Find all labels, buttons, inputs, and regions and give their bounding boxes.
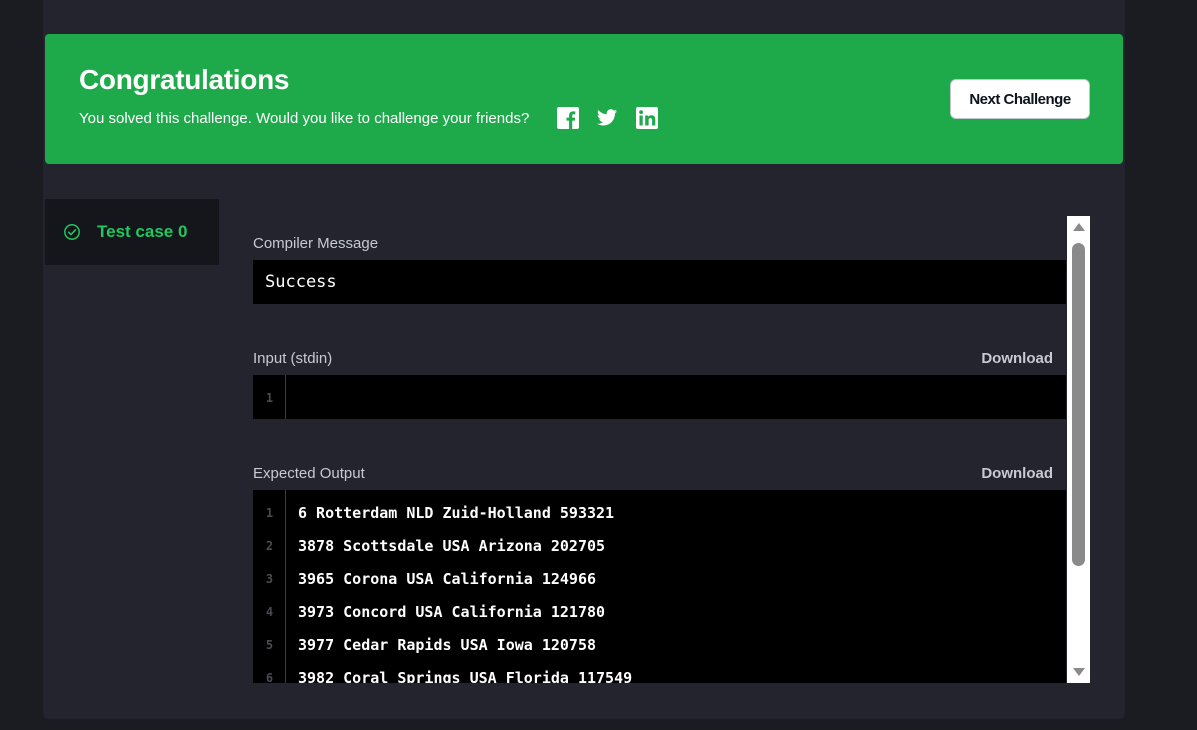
code-line: 3 3965 Corona USA California 124966 xyxy=(253,562,1066,595)
line-number: 6 xyxy=(265,670,274,684)
scroll-up-arrow-icon[interactable] xyxy=(1067,216,1090,238)
banner-title: Congratulations xyxy=(79,64,290,95)
code-line: 2 3878 Scottsdale USA Arizona 202705 xyxy=(253,529,1066,562)
compiler-message-label: Compiler Message xyxy=(253,235,379,252)
code-line: 1 6 Rotterdam NLD Zuid-Holland 593321 xyxy=(253,496,1066,529)
compiler-message-output: Success xyxy=(253,260,1066,304)
input-label: Input (stdin) xyxy=(253,350,333,367)
line-number: 3 xyxy=(265,571,274,586)
code-line: 6 3982 Coral Springs USA Florida 117549 xyxy=(253,661,1066,684)
tab-test-case-0[interactable]: Test case 0 xyxy=(45,199,219,265)
line-text: 3982 Coral Springs USA Florida 117549 xyxy=(298,668,633,684)
code-line: 5 3977 Cedar Rapids USA Iowa 120758 xyxy=(253,628,1066,661)
test-results: Compiler Message Success Input (stdin) D… xyxy=(253,216,1090,683)
line-text: 3977 Cedar Rapids USA Iowa 120758 xyxy=(298,635,597,654)
next-challenge-button[interactable]: Next Challenge xyxy=(950,79,1090,119)
line-number: 2 xyxy=(265,538,274,553)
scrollbar-thumb[interactable] xyxy=(1072,243,1085,566)
test-case-label: Test case 0 xyxy=(97,222,188,241)
facebook-icon[interactable] xyxy=(557,107,579,129)
line-number: 5 xyxy=(265,637,274,652)
line-text: 3965 Corona USA California 124966 xyxy=(298,569,597,588)
input-code-box: 1 xyxy=(253,375,1066,419)
linkedin-icon[interactable] xyxy=(636,107,658,129)
expected-output-download-link[interactable]: Download xyxy=(981,465,1053,482)
line-number: 4 xyxy=(265,604,274,619)
code-line: 4 3973 Concord USA California 121780 xyxy=(253,595,1066,628)
line-text: 3878 Scottsdale USA Arizona 202705 xyxy=(298,536,606,555)
line-text: 6 Rotterdam NLD Zuid-Holland 593321 xyxy=(298,503,615,522)
expected-output-box: 1 6 Rotterdam NLD Zuid-Holland 593321 2 387… xyxy=(253,490,1066,683)
code-line: 1 xyxy=(253,381,1066,414)
check-circle-icon xyxy=(63,223,81,241)
input-download-link[interactable]: Download xyxy=(981,350,1053,367)
scroll-down-arrow-icon[interactable] xyxy=(1067,661,1090,683)
line-number: 1 xyxy=(265,505,274,520)
banner-message: You solved this challenge. Would you lik… xyxy=(79,110,530,127)
line-number: 1 xyxy=(265,390,274,405)
success-banner: Congratulations You solved this challeng… xyxy=(45,34,1123,164)
line-text: 3973 Concord USA California 121780 xyxy=(298,602,606,621)
results-scrollbar[interactable] xyxy=(1067,216,1090,683)
expected-output-label: Expected Output xyxy=(253,465,365,482)
twitter-icon[interactable] xyxy=(596,107,618,129)
